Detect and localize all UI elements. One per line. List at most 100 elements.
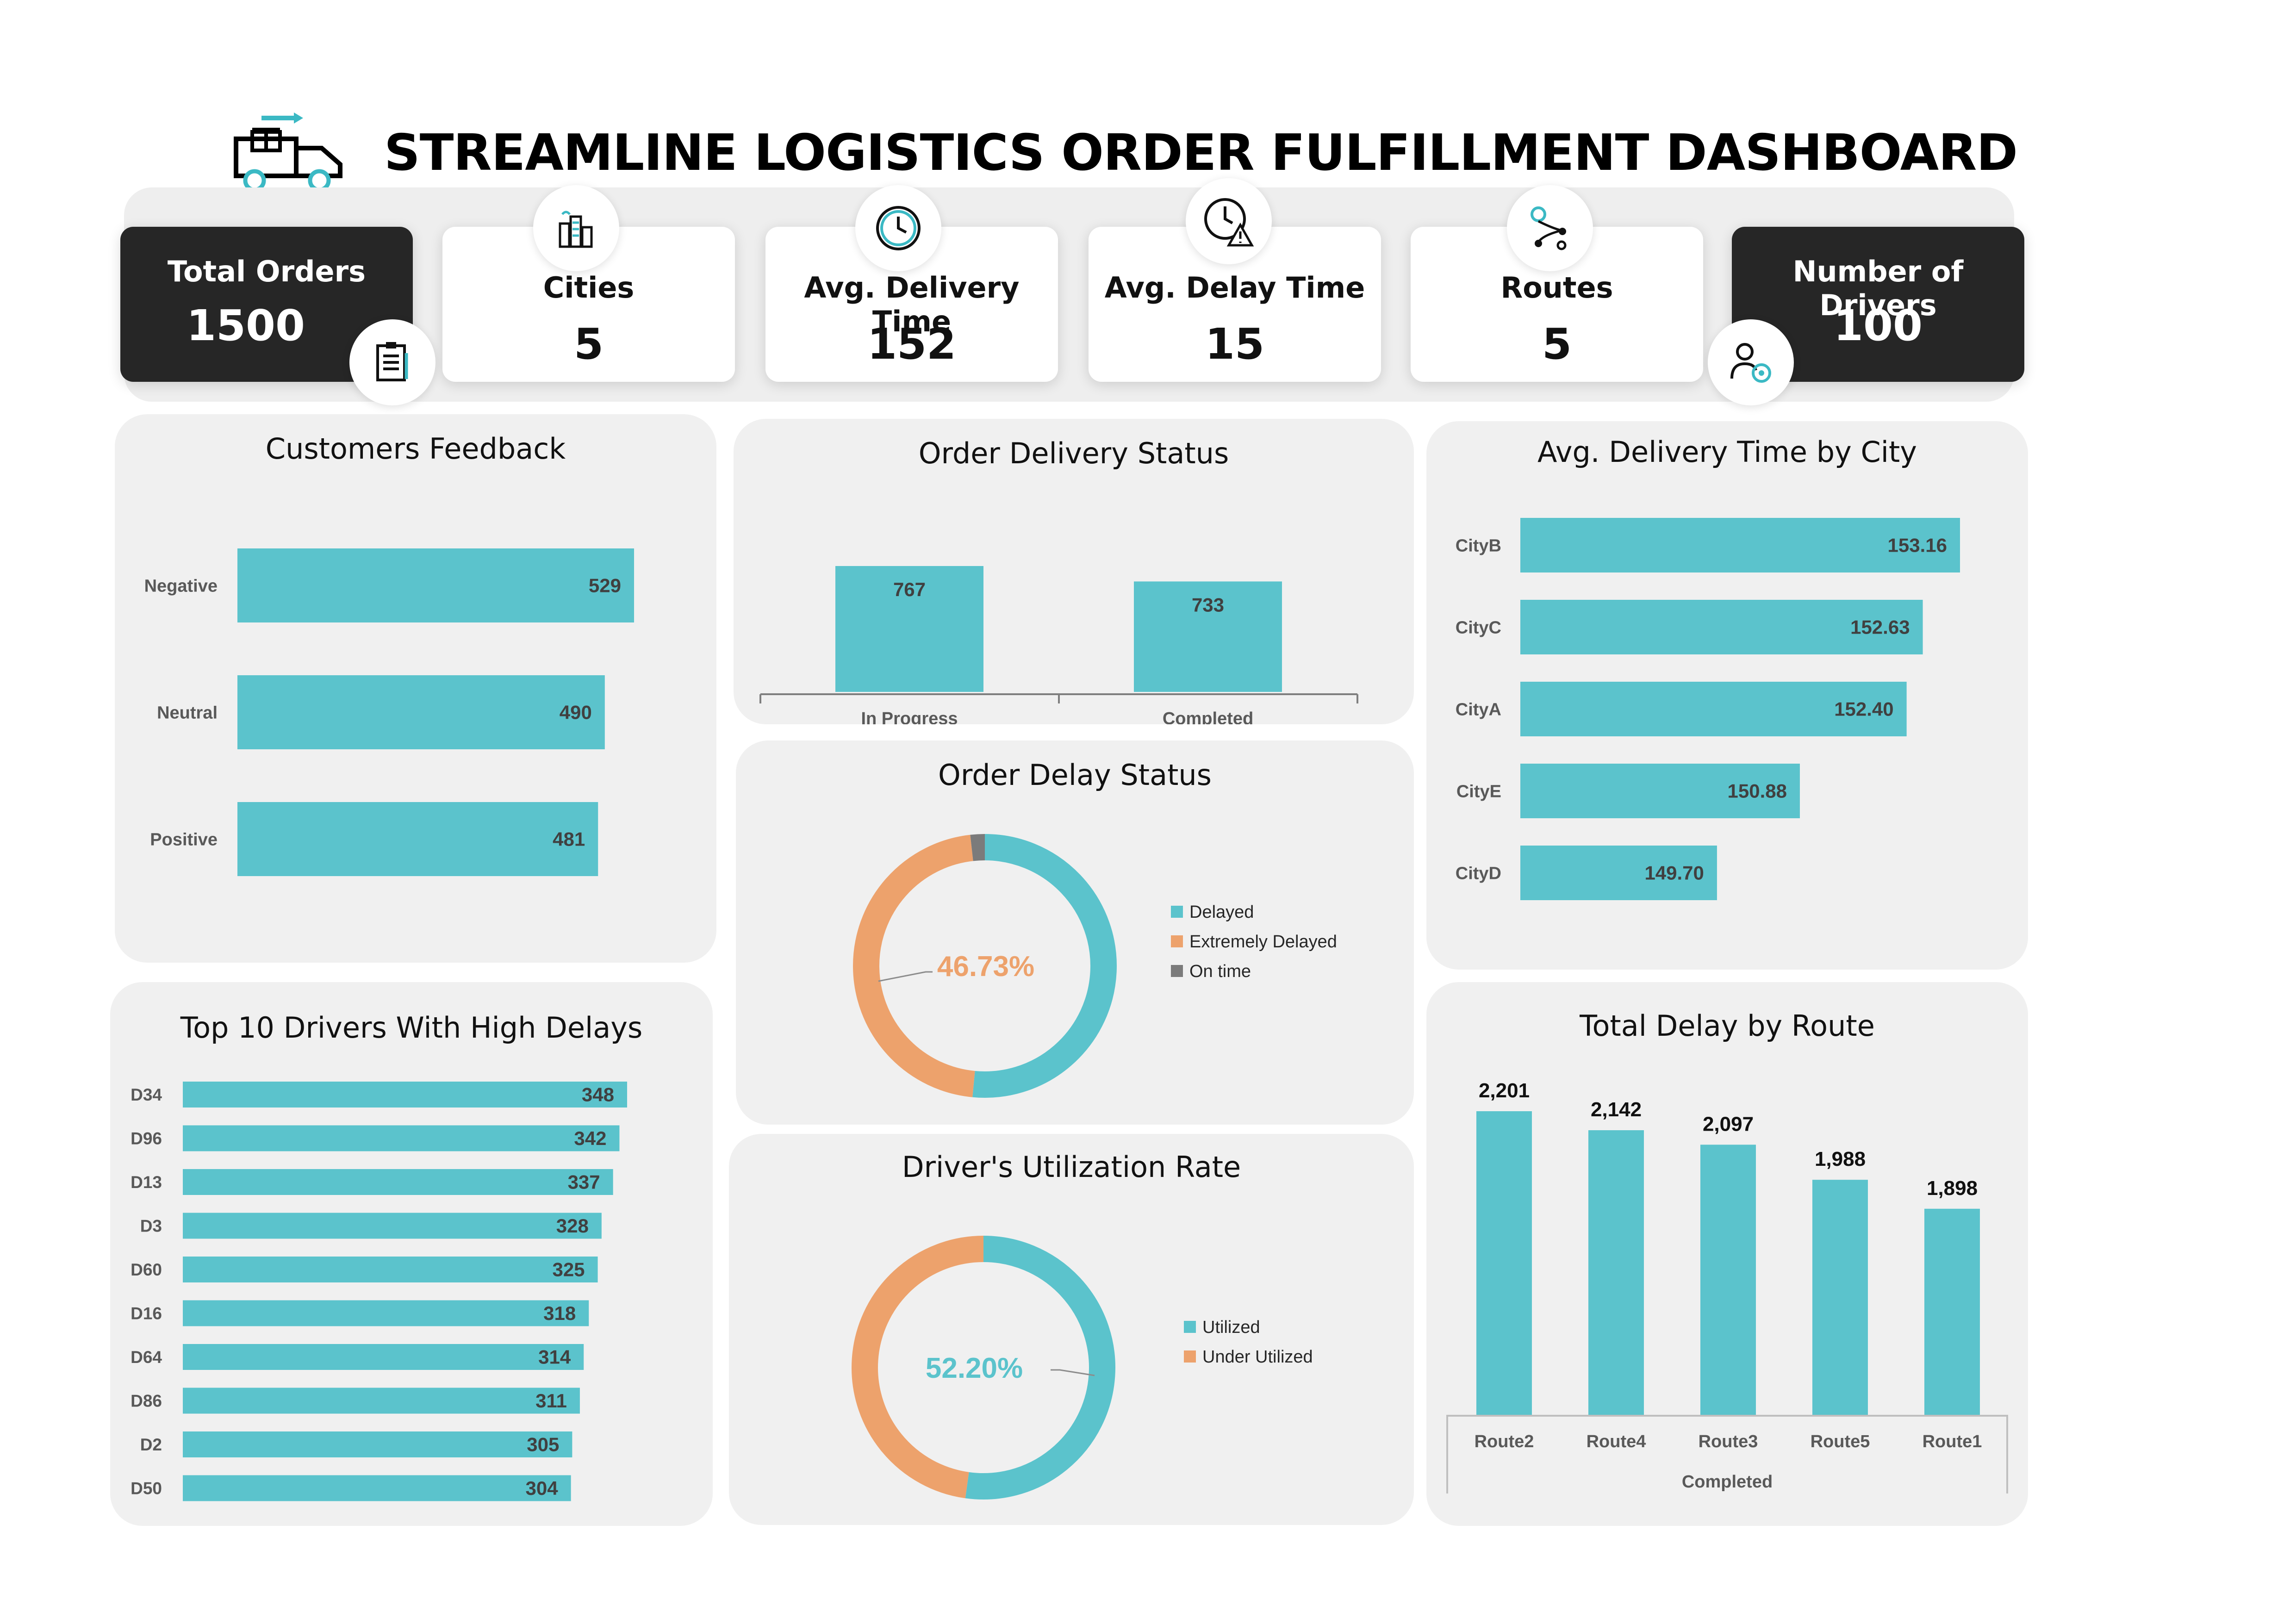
- data-label: 2,201: [1479, 1079, 1530, 1102]
- donut-slice: [970, 834, 985, 861]
- clipboard-list-icon: [349, 319, 436, 405]
- data-label: 318: [543, 1302, 576, 1324]
- data-label: 153.16: [1888, 535, 1947, 556]
- data-label: 490: [560, 702, 592, 723]
- data-label: 305: [527, 1434, 559, 1456]
- bar: [237, 802, 598, 876]
- data-label: 152.63: [1850, 616, 1910, 638]
- chart-drivers-utilization-rate: 52.20% Utilized Under Utilized: [852, 1236, 1313, 1500]
- center-percent-label: 46.73%: [937, 951, 1034, 983]
- category-label: D50: [131, 1479, 162, 1498]
- legend-label: On time: [1189, 962, 1251, 981]
- category-label: CityC: [1456, 618, 1501, 637]
- kpi-value: 152: [867, 319, 957, 369]
- data-label: 529: [589, 575, 621, 597]
- data-label: 342: [574, 1127, 606, 1149]
- category-label: In Progress: [861, 709, 958, 724]
- data-label: 1,898: [1927, 1177, 1978, 1200]
- category-label: D3: [140, 1216, 162, 1235]
- panel-customers-feedback: Customers Feedback Negative 529 Neutral 490…: [115, 414, 716, 963]
- category-label: Route4: [1587, 1432, 1646, 1451]
- panel-order-delay-status: Order Delay Status 46.73% Delayed Extremel…: [736, 740, 1414, 1125]
- bar: [183, 1125, 620, 1151]
- panel-avg-delivery-time-by-city: Avg. Delivery Time by City CityB 153.16 Ci…: [1426, 421, 2028, 970]
- kpi-value: 5: [573, 319, 604, 369]
- data-label: 2,142: [1591, 1098, 1642, 1121]
- legend-swatch: [1184, 1321, 1196, 1333]
- chart-avg-delivery-time-by-city: CityB 153.16 CityC 152.63 CityA 152.40 CityE 15…: [1456, 518, 1960, 900]
- dashboard-header: STREAMLINE LOGISTICS ORDER FULFILLMENT D…: [227, 106, 2018, 199]
- bar: [183, 1082, 627, 1108]
- category-label: Completed: [1163, 709, 1253, 724]
- bar: [237, 675, 605, 749]
- category-label: CityA: [1456, 700, 1501, 719]
- legend-label: Extremely Delayed: [1189, 932, 1337, 952]
- bar: [183, 1344, 584, 1370]
- panel-top-10-drivers: Top 10 Drivers With High Delays D34 348 D9…: [110, 982, 713, 1526]
- data-label: 337: [568, 1171, 600, 1193]
- bar: [1812, 1180, 1868, 1415]
- bar: [183, 1300, 589, 1326]
- chart-top-10-drivers: D34 348 D96 342 D13 337 D3 328 D60 325 D16 318 D64 31…: [131, 1082, 627, 1501]
- bar: [183, 1169, 613, 1195]
- category-label: CityB: [1456, 536, 1501, 555]
- bar: [183, 1475, 571, 1501]
- bar: [183, 1431, 572, 1457]
- data-label: 149.70: [1644, 862, 1704, 884]
- clock-warning-icon: [1186, 178, 1272, 264]
- data-label: 1,988: [1815, 1148, 1866, 1170]
- category-label: D16: [131, 1304, 162, 1323]
- data-label: 311: [535, 1390, 567, 1412]
- route-pin-icon: [1507, 185, 1593, 271]
- data-label: 348: [582, 1084, 614, 1106]
- data-label: 767: [893, 579, 926, 600]
- category-label: Route2: [1475, 1432, 1534, 1451]
- data-label: 325: [552, 1259, 585, 1281]
- kpi-value: 5: [1542, 319, 1572, 369]
- kpi-label: Cities: [543, 271, 635, 305]
- bar: [183, 1257, 598, 1282]
- data-label: 152.40: [1834, 698, 1893, 720]
- x-group-label: Completed: [1682, 1472, 1773, 1492]
- category-label: D13: [131, 1173, 162, 1192]
- kpi-label: Total Orders: [167, 255, 366, 288]
- data-label: 2,097: [1703, 1113, 1754, 1135]
- data-label: 481: [553, 828, 585, 850]
- clock-icon: [855, 185, 941, 271]
- category-label: CityD: [1456, 864, 1501, 883]
- chart-order-delivery-status: 767 In Progress 733 Completed: [759, 566, 1358, 724]
- category-label: Positive: [150, 830, 218, 849]
- data-label: 733: [1192, 594, 1224, 616]
- data-label: 328: [556, 1215, 589, 1237]
- category-label: CityE: [1456, 782, 1501, 801]
- legend-swatch: [1171, 935, 1183, 947]
- category-label: Neutral: [157, 703, 218, 722]
- driver-settings-icon: [1708, 319, 1794, 405]
- category-label: D86: [131, 1391, 162, 1410]
- panel-order-delivery-status: Order Delivery Status 767 In Progress 733 C…: [734, 419, 1414, 724]
- chart-order-delay-status: 46.73% Delayed Extremely Delayed On time: [853, 834, 1337, 1098]
- delivery-truck-icon: [234, 112, 342, 192]
- category-label: Route1: [1923, 1432, 1982, 1451]
- panel-drivers-utilization-rate: Driver's Utilization Rate 52.20% Utilized…: [729, 1134, 1414, 1525]
- bar: [183, 1388, 580, 1414]
- category-label: D96: [131, 1129, 162, 1148]
- dashboard-title: STREAMLINE LOGISTICS ORDER FULFILLMENT D…: [384, 124, 2018, 182]
- bar: [1924, 1208, 1980, 1415]
- legend-swatch: [1171, 965, 1183, 977]
- center-percent-label: 52.20%: [926, 1352, 1023, 1384]
- bar: [1700, 1145, 1756, 1415]
- panel-total-delay-by-route: Total Delay by Route 2,201 Route2 2,142 Rou…: [1426, 982, 2028, 1526]
- chart-total-delay-by-route: 2,201 Route2 2,142 Route4 2,097 Route3 1,988 Ro…: [1446, 1079, 2008, 1493]
- city-buildings-icon: [533, 185, 619, 271]
- data-label: 304: [526, 1477, 559, 1499]
- leader-line: [1051, 1369, 1095, 1376]
- kpi-label: Avg. Delay Time: [1104, 271, 1365, 305]
- category-label: Route5: [1811, 1432, 1870, 1451]
- category-label: Negative: [144, 576, 218, 596]
- chart-customers-feedback: Negative 529 Neutral 490 Positive 481: [144, 548, 634, 876]
- legend-label: Delayed: [1189, 902, 1254, 922]
- category-label: Route3: [1699, 1432, 1758, 1451]
- kpi-value: 15: [1205, 319, 1265, 369]
- leader-line: [878, 971, 933, 982]
